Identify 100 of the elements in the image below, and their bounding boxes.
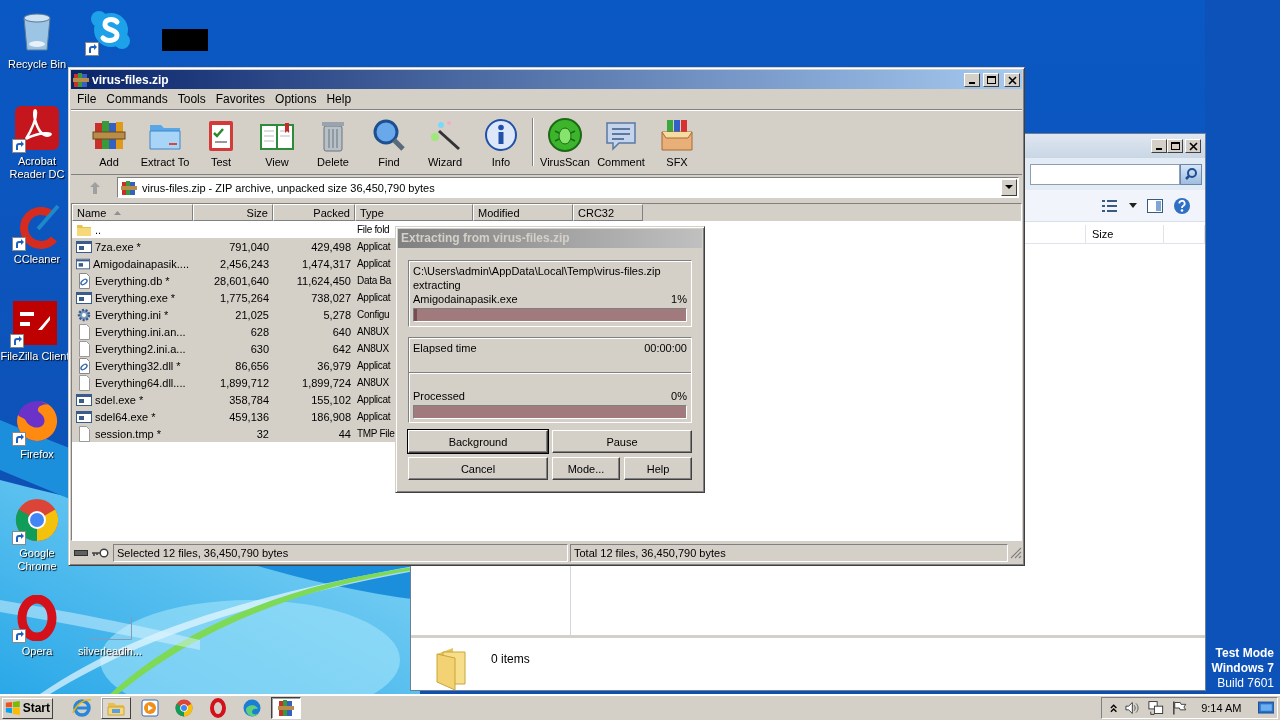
icon-label: Google Chrome	[16, 547, 58, 573]
globe-logo-icon[interactable]	[14, 398, 60, 444]
network-icon[interactable]	[1148, 700, 1165, 716]
table-cell: 642	[273, 340, 355, 357]
view-options-icon[interactable]	[1101, 198, 1119, 213]
table-cell[interactable]: Everything.ini *	[72, 306, 193, 323]
dialog-button[interactable]: Help	[624, 457, 692, 480]
menu-item[interactable]: Help	[321, 92, 357, 106]
browser-icon	[72, 698, 92, 718]
dialog-button[interactable]: Mode...	[552, 457, 620, 480]
item-count: 0 items	[491, 652, 530, 666]
search-field[interactable]	[1030, 163, 1180, 185]
show-desktop-button[interactable]	[1257, 700, 1274, 716]
table-cell[interactable]: Everything64.dll....	[72, 374, 193, 391]
table-cell: 358,784	[193, 391, 273, 408]
table-cell: 32	[193, 425, 273, 442]
preview-pane-icon[interactable]	[1147, 198, 1163, 213]
books-icon	[276, 698, 296, 718]
table-cell: 5,278	[273, 306, 355, 323]
maximize-button[interactable]	[983, 72, 999, 87]
ring-logo-icon	[208, 698, 228, 718]
drive-icon	[74, 549, 88, 557]
dialog-button[interactable]: Pause	[552, 430, 692, 453]
dialog-button[interactable]: Cancel	[408, 457, 548, 480]
table-cell: 630	[193, 340, 273, 357]
close-icon	[1187, 141, 1199, 151]
minimize-button[interactable]	[1151, 139, 1167, 153]
chevron-icon[interactable]	[1110, 703, 1118, 713]
table-cell: 1,474,317	[273, 255, 355, 272]
speaker-icon[interactable]	[1125, 700, 1140, 716]
table-cell[interactable]: Amigodainapasik....	[72, 255, 193, 272]
swirl-logo-icon	[242, 698, 262, 718]
column-header[interactable]: Type	[355, 204, 473, 221]
help-icon[interactable]	[1173, 196, 1191, 215]
info-icon	[483, 116, 519, 153]
dialog-button[interactable]: Background	[408, 430, 548, 453]
menu-item[interactable]: Commands	[101, 92, 173, 106]
field-label: Processed	[413, 389, 465, 403]
toolbar-button[interactable]: VirusScan	[537, 112, 593, 172]
column-header[interactable]: Packed	[273, 204, 355, 221]
toolbar-button[interactable]: Extract To	[137, 112, 193, 172]
toolbar-button[interactable]: Delete	[305, 112, 361, 172]
app-window-icon	[76, 391, 92, 408]
icon-label: Recycle Bin	[6, 58, 68, 71]
status-text: Total 12 files, 36,450,790 bytes	[570, 544, 1008, 562]
toolbar-button[interactable]: Add	[81, 112, 137, 172]
toolbar-button[interactable]: Wizard	[417, 112, 473, 172]
table-cell[interactable]: Everything.exe *	[72, 289, 193, 306]
table-cell[interactable]: ..	[72, 221, 193, 238]
table-cell[interactable]: session.tmp *	[72, 425, 193, 442]
document-logo-icon[interactable]	[14, 105, 60, 151]
table-cell: 640	[273, 323, 355, 340]
caret-icon[interactable]	[1129, 202, 1137, 209]
blank-file-icon	[76, 323, 92, 340]
app-window-icon	[76, 289, 92, 306]
address-field[interactable]: virus-files.zip - ZIP archive, unpacked size 36,450,790 bytes	[117, 177, 1019, 198]
table-cell[interactable]: sdel64.exe *	[72, 408, 193, 425]
table-cell[interactable]: Everything32.dll *	[72, 357, 193, 374]
status-text: Selected 12 files, 36,450,790 bytes	[113, 544, 568, 562]
table-cell: 186,908	[273, 408, 355, 425]
search-button[interactable]	[1180, 163, 1202, 185]
toolbar-button[interactable]: View	[249, 112, 305, 172]
table-cell: 1,899,712	[193, 374, 273, 391]
table-cell: 11,624,450	[273, 272, 355, 289]
toolbar-button[interactable]: Find	[361, 112, 417, 172]
menu-item[interactable]: Tools	[172, 92, 211, 106]
table-cell[interactable]: Everything.db *	[72, 272, 193, 289]
minimize-button[interactable]	[964, 72, 980, 87]
menu-item[interactable]: Favorites	[210, 92, 271, 106]
taskbar-button[interactable]	[271, 697, 301, 719]
close-button[interactable]	[1185, 139, 1201, 153]
column-header[interactable]: Size	[193, 204, 273, 221]
start-button[interactable]: Start	[2, 697, 53, 719]
notice-text: Build 7601	[1217, 676, 1274, 691]
resize-grip-icon[interactable]	[1010, 547, 1022, 559]
close-button[interactable]	[1004, 72, 1020, 87]
table-cell[interactable]: Everything.ini.an...	[72, 323, 193, 340]
column-header[interactable]: Name	[72, 204, 193, 221]
icon-label: CCleaner	[12, 253, 62, 266]
column-header[interactable]: CRC32	[573, 204, 643, 221]
notice-text: Test Mode	[1215, 646, 1274, 661]
maximize-button[interactable]	[1167, 139, 1183, 153]
toolbar-button[interactable]: Comment	[593, 112, 649, 172]
table-cell[interactable]: Everything2.ini.a...	[72, 340, 193, 357]
toolbar-button[interactable]: SFX	[649, 112, 705, 172]
bug-icon	[547, 116, 583, 153]
dropdown-button[interactable]	[1001, 179, 1017, 196]
flag-icon[interactable]	[1172, 700, 1188, 716]
menu-item[interactable]: Options	[270, 92, 322, 106]
toolbar-button[interactable]: Info	[473, 112, 529, 172]
table-cell[interactable]: sdel.exe *	[72, 391, 193, 408]
circle-logo-icon[interactable]	[14, 497, 60, 543]
table-cell: 459,136	[193, 408, 273, 425]
toolbar-button[interactable]: Test	[193, 112, 249, 172]
column-header[interactable]: Size	[1086, 225, 1164, 243]
minimize-icon	[969, 81, 975, 84]
table-cell[interactable]: 7za.exe *	[72, 238, 193, 255]
tile-logo-icon[interactable]	[12, 300, 58, 346]
menu-item[interactable]: File	[72, 92, 102, 106]
column-header[interactable]: Modified	[473, 204, 573, 221]
